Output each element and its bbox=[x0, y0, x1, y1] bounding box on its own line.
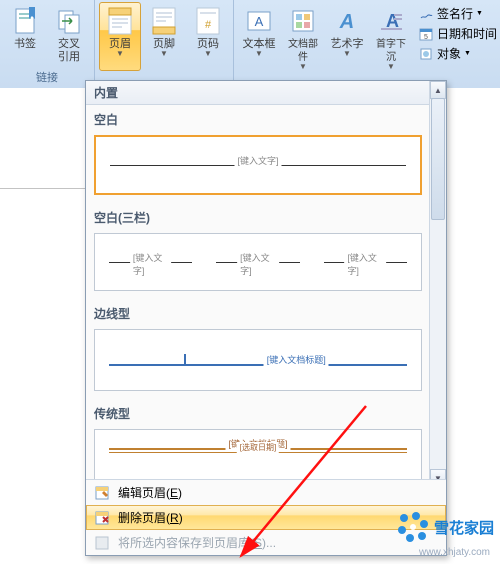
bookmark-button[interactable]: 书签 bbox=[4, 2, 46, 67]
scroll-up-icon[interactable]: ▲ bbox=[430, 81, 446, 99]
group-links: 书签 交叉 引用 链接 bbox=[0, 0, 95, 88]
ph: [键入文字] bbox=[237, 251, 279, 277]
accel: S bbox=[254, 536, 262, 550]
bookmark-icon bbox=[9, 5, 41, 37]
ph: [选取日期] bbox=[237, 442, 279, 453]
crossref-icon bbox=[53, 5, 85, 37]
watermark-text: 雪花家园 bbox=[434, 517, 494, 538]
dropdown-icon: ▼ bbox=[204, 51, 212, 57]
dropcap-icon: A bbox=[375, 5, 407, 37]
gallery-scroll[interactable]: 内置 空白 [键入文字] 空白(三栏) [键入文字] [键入文字] [键入文字]… bbox=[86, 81, 430, 487]
ph: [键入文字] bbox=[344, 251, 386, 277]
save-header-icon bbox=[94, 535, 110, 551]
dropdown-icon: ▼ bbox=[160, 51, 168, 57]
datetime-icon: 5 bbox=[418, 26, 434, 42]
crossref-button[interactable]: 交叉 引用 bbox=[48, 2, 90, 67]
ribbon: 书签 交叉 引用 链接 页眉 ▼ 页脚 ▼ # 页码 ▼ bbox=[0, 0, 500, 89]
accel: R bbox=[170, 511, 179, 525]
textbox-icon: A bbox=[243, 5, 275, 37]
preview-blank[interactable]: [键入文字] bbox=[94, 135, 422, 195]
sub-edge: 边线型 bbox=[86, 299, 430, 325]
page-edge bbox=[0, 188, 86, 199]
dropdown-icon: ▼ bbox=[387, 64, 395, 70]
pagenum-button[interactable]: # 页码 ▼ bbox=[187, 2, 229, 71]
pagenum-icon: # bbox=[192, 5, 224, 37]
header-button[interactable]: 页眉 ▼ bbox=[99, 2, 141, 71]
snowflake-icon bbox=[396, 510, 430, 544]
menu-save-header[interactable]: 将所选内容保存到页眉库(S)... bbox=[86, 530, 446, 555]
menu-label: 删除页眉 bbox=[118, 511, 166, 525]
sub-blank3: 空白(三栏) bbox=[86, 203, 430, 229]
edit-header-icon bbox=[94, 485, 110, 501]
header-gallery: 内置 空白 [键入文字] 空白(三栏) [键入文字] [键入文字] [键入文字]… bbox=[85, 80, 447, 556]
bookmark-label: 书签 bbox=[14, 38, 36, 51]
object-icon bbox=[418, 46, 434, 62]
datetime-button[interactable]: 5 日期和时间 bbox=[416, 24, 499, 43]
group-headerfooter: 页眉 ▼ 页脚 ▼ # 页码 ▼ bbox=[95, 0, 233, 88]
ph: [键入文字] bbox=[234, 154, 281, 167]
signature-button[interactable]: 签名行 ▼ bbox=[416, 4, 499, 23]
menu-remove-header[interactable]: 删除页眉(R) bbox=[86, 505, 446, 530]
ph: [键入文档标题] bbox=[264, 353, 329, 366]
dropdown-icon: ▼ bbox=[299, 64, 307, 70]
preview-edge[interactable]: [键入文档标题] bbox=[94, 329, 422, 391]
dropdown-icon: ▼ bbox=[476, 10, 483, 17]
footer-button[interactable]: 页脚 ▼ bbox=[143, 2, 185, 71]
remove-header-icon bbox=[94, 510, 110, 526]
section-builtin: 内置 bbox=[86, 81, 430, 105]
parts-icon bbox=[287, 5, 319, 37]
object-button[interactable]: 对象 ▼ bbox=[416, 44, 499, 63]
menu-label: 编辑页眉 bbox=[118, 486, 166, 500]
wordart-button[interactable]: A 艺术字 ▼ bbox=[326, 2, 368, 73]
datetime-label: 日期和时间 bbox=[437, 25, 497, 42]
dropdown-icon: ▼ bbox=[255, 51, 263, 57]
svg-text:A: A bbox=[339, 11, 354, 33]
menu-edit-header[interactable]: 编辑页眉(E) bbox=[86, 480, 446, 505]
text-extras: 签名行 ▼ 5 日期和时间 对象 ▼ bbox=[414, 2, 500, 73]
scrollbar[interactable]: ▲ ▼ bbox=[429, 81, 446, 487]
wordart-icon: A bbox=[331, 5, 363, 37]
group-links-label: 链接 bbox=[4, 67, 90, 88]
footer-icon bbox=[148, 5, 180, 37]
signature-label: 签名行 bbox=[437, 5, 473, 22]
sub-traditional: 传统型 bbox=[86, 399, 430, 425]
parts-label: 文档部件 bbox=[285, 38, 321, 64]
menu-label: 将所选内容保存到页眉库 bbox=[118, 536, 250, 550]
gallery-footer: 编辑页眉(E) 删除页眉(R) 将所选内容保存到页眉库(S)... bbox=[86, 479, 446, 555]
dropdown-icon: ▼ bbox=[343, 51, 351, 57]
dropcap-label: 首字下沉 bbox=[373, 38, 409, 64]
dropdown-icon: ▼ bbox=[116, 51, 124, 57]
watermark-url: www.xhjaty.com bbox=[419, 547, 490, 558]
watermark: 雪花家园 bbox=[396, 510, 494, 544]
signature-icon bbox=[418, 6, 434, 22]
dropcap-button[interactable]: A 首字下沉 ▼ bbox=[370, 2, 412, 73]
parts-button[interactable]: 文档部件 ▼ bbox=[282, 2, 324, 73]
ph: [键入文字] bbox=[130, 251, 172, 277]
sub-blank: 空白 bbox=[86, 105, 430, 131]
scroll-thumb[interactable] bbox=[431, 98, 445, 220]
svg-text:A: A bbox=[255, 14, 264, 29]
header-icon bbox=[104, 5, 136, 37]
svg-text:5: 5 bbox=[424, 34, 428, 41]
object-label: 对象 bbox=[437, 45, 461, 62]
group-text: A 文本框 ▼ 文档部件 ▼ A 艺术字 ▼ A 首字下沉 ▼ bbox=[233, 0, 500, 88]
dropdown-icon: ▼ bbox=[464, 50, 471, 57]
svg-text:#: # bbox=[205, 19, 212, 31]
textbox-button[interactable]: A 文本框 ▼ bbox=[238, 2, 280, 73]
crossref-label: 交叉 引用 bbox=[58, 38, 80, 64]
preview-blank3[interactable]: [键入文字] [键入文字] [键入文字] bbox=[94, 233, 422, 291]
accel: E bbox=[170, 486, 178, 500]
